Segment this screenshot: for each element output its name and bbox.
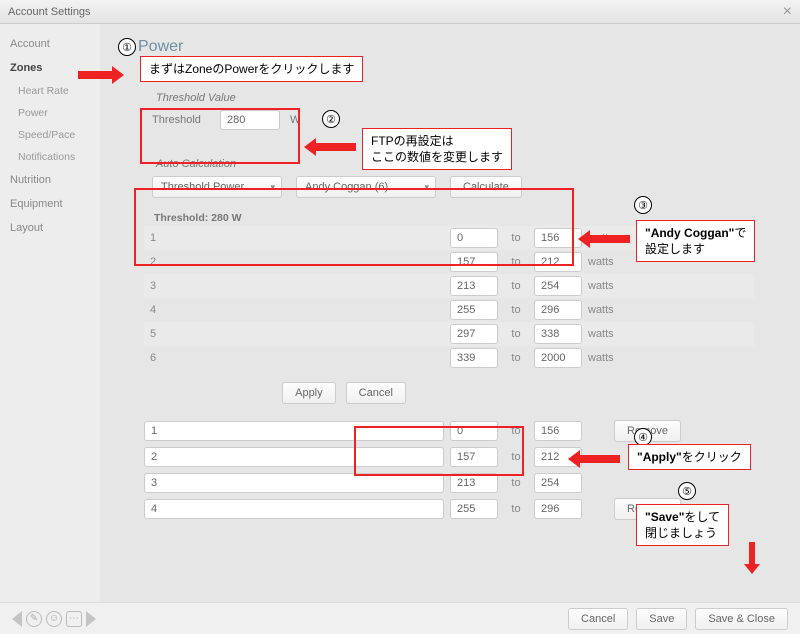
sidebar-sub-power[interactable]: Power	[0, 102, 100, 124]
sidebar-sub-heart-rate[interactable]: Heart Rate	[0, 80, 100, 102]
to-label: to	[504, 304, 528, 316]
app-window: Account Settings × Account Zones Heart R…	[0, 0, 800, 634]
apply-button[interactable]: Apply	[282, 382, 336, 404]
zone-num: 3	[144, 280, 444, 292]
sidebar-item-equipment[interactable]: Equipment	[0, 192, 100, 216]
sidebar-sub-notifications[interactable]: Notifications	[0, 146, 100, 168]
to-label: to	[504, 280, 528, 292]
next-icon[interactable]	[86, 611, 96, 627]
zone-to[interactable]	[534, 276, 582, 296]
window-title: Account Settings	[8, 0, 91, 24]
zone-to[interactable]	[534, 300, 582, 320]
zone-to[interactable]	[534, 324, 582, 344]
editable-zones: to Remove to to	[144, 418, 784, 522]
zone-from[interactable]	[450, 276, 498, 296]
zone-num: 6	[144, 352, 444, 364]
zone-to[interactable]	[534, 228, 582, 248]
page-title: Power	[138, 38, 782, 56]
to-label: to	[504, 352, 528, 364]
ezone-name[interactable]	[144, 499, 444, 519]
ezone-name[interactable]	[144, 447, 444, 467]
method-value: Andy Coggan (6)	[305, 181, 388, 193]
to-label: to	[504, 232, 528, 244]
sidebar: Account Zones Heart Rate Power Speed/Pac…	[0, 24, 100, 602]
zone-unit: watts	[588, 352, 628, 364]
calculate-button[interactable]: Calculate	[450, 176, 522, 198]
close-icon[interactable]: ×	[783, 0, 792, 24]
ezone-from[interactable]	[450, 447, 498, 467]
more-icon[interactable]: ⋯	[66, 611, 82, 627]
threshold-panel-label: Threshold Value	[156, 92, 386, 104]
basis-dropdown[interactable]: Threshold Power ▾	[152, 176, 282, 198]
zone-to[interactable]	[534, 252, 582, 272]
zone-from[interactable]	[450, 324, 498, 344]
ezone-from[interactable]	[450, 499, 498, 519]
ezone-from[interactable]	[450, 473, 498, 493]
to-label: to	[504, 328, 528, 340]
ezone-to[interactable]	[534, 473, 582, 493]
autocalc-panel: Auto Calculation Threshold Power ▾ Andy …	[144, 150, 594, 204]
threshold-panel: Threshold Value Threshold W	[144, 84, 394, 140]
basis-value: Threshold Power	[161, 181, 244, 193]
zone-num: 2	[144, 256, 444, 268]
method-dropdown[interactable]: Andy Coggan (6) ▾	[296, 176, 436, 198]
zone-from[interactable]	[450, 252, 498, 272]
to-label: to	[504, 503, 528, 515]
threshold-unit: W	[290, 114, 300, 126]
remove-button[interactable]: Remove	[614, 498, 681, 520]
threshold-field-label: Threshold	[152, 114, 210, 126]
chevron-down-icon: ▾	[424, 182, 429, 193]
sidebar-item-nutrition[interactable]: Nutrition	[0, 168, 100, 192]
default-power-label: Default Power	[144, 62, 782, 74]
ezone-name[interactable]	[144, 421, 444, 441]
cancel-calc-button[interactable]: Cancel	[346, 382, 406, 404]
cancel-button[interactable]: Cancel	[568, 608, 628, 630]
threshold-summary: Threshold: 280 W	[154, 212, 782, 224]
ezone-to[interactable]	[534, 421, 582, 441]
zone-unit: watts	[588, 328, 628, 340]
to-label: to	[504, 477, 528, 489]
to-label: to	[504, 256, 528, 268]
zone-num: 4	[144, 304, 444, 316]
sidebar-sub-speed-pace[interactable]: Speed/Pace	[0, 124, 100, 146]
zone-unit: watts	[588, 280, 628, 292]
sidebar-item-zones[interactable]: Zones	[0, 56, 100, 80]
edit-icon[interactable]: ✎	[26, 611, 42, 627]
remove-button[interactable]: Remove	[614, 420, 681, 442]
footer: ✎ ☺ ⋯ Cancel Save Save & Close	[0, 602, 800, 634]
zone-unit: watts	[588, 304, 628, 316]
zone-from[interactable]	[450, 228, 498, 248]
zone-num: 1	[144, 232, 444, 244]
ezone-from[interactable]	[450, 421, 498, 441]
sidebar-item-account[interactable]: Account	[0, 32, 100, 56]
ezone-to[interactable]	[534, 447, 582, 467]
prev-icon[interactable]	[12, 611, 22, 627]
to-label: to	[504, 425, 528, 437]
to-label: to	[504, 451, 528, 463]
zone-to[interactable]	[534, 348, 582, 368]
zone-unit: watts	[588, 232, 628, 244]
smile-icon[interactable]: ☺	[46, 611, 62, 627]
threshold-input[interactable]	[220, 110, 280, 130]
footer-tools: ✎ ☺ ⋯	[12, 611, 96, 627]
sidebar-item-layout[interactable]: Layout	[0, 216, 100, 240]
zone-from[interactable]	[450, 300, 498, 320]
save-close-button[interactable]: Save & Close	[695, 608, 788, 630]
chevron-down-icon: ▾	[270, 182, 275, 193]
zone-unit: watts	[588, 256, 628, 268]
apply-cancel-row: Apply Cancel	[144, 382, 544, 404]
ezone-to[interactable]	[534, 499, 582, 519]
zone-num: 5	[144, 328, 444, 340]
title-bar: Account Settings ×	[0, 0, 800, 24]
ezone-name[interactable]	[144, 473, 444, 493]
zone-from[interactable]	[450, 348, 498, 368]
save-button[interactable]: Save	[636, 608, 687, 630]
main-content: Power Default Power Threshold Value Thre…	[100, 24, 800, 602]
zones-table: 1 to watts 2 to watts 3 to	[144, 226, 754, 370]
autocalc-panel-label: Auto Calculation	[156, 158, 586, 170]
